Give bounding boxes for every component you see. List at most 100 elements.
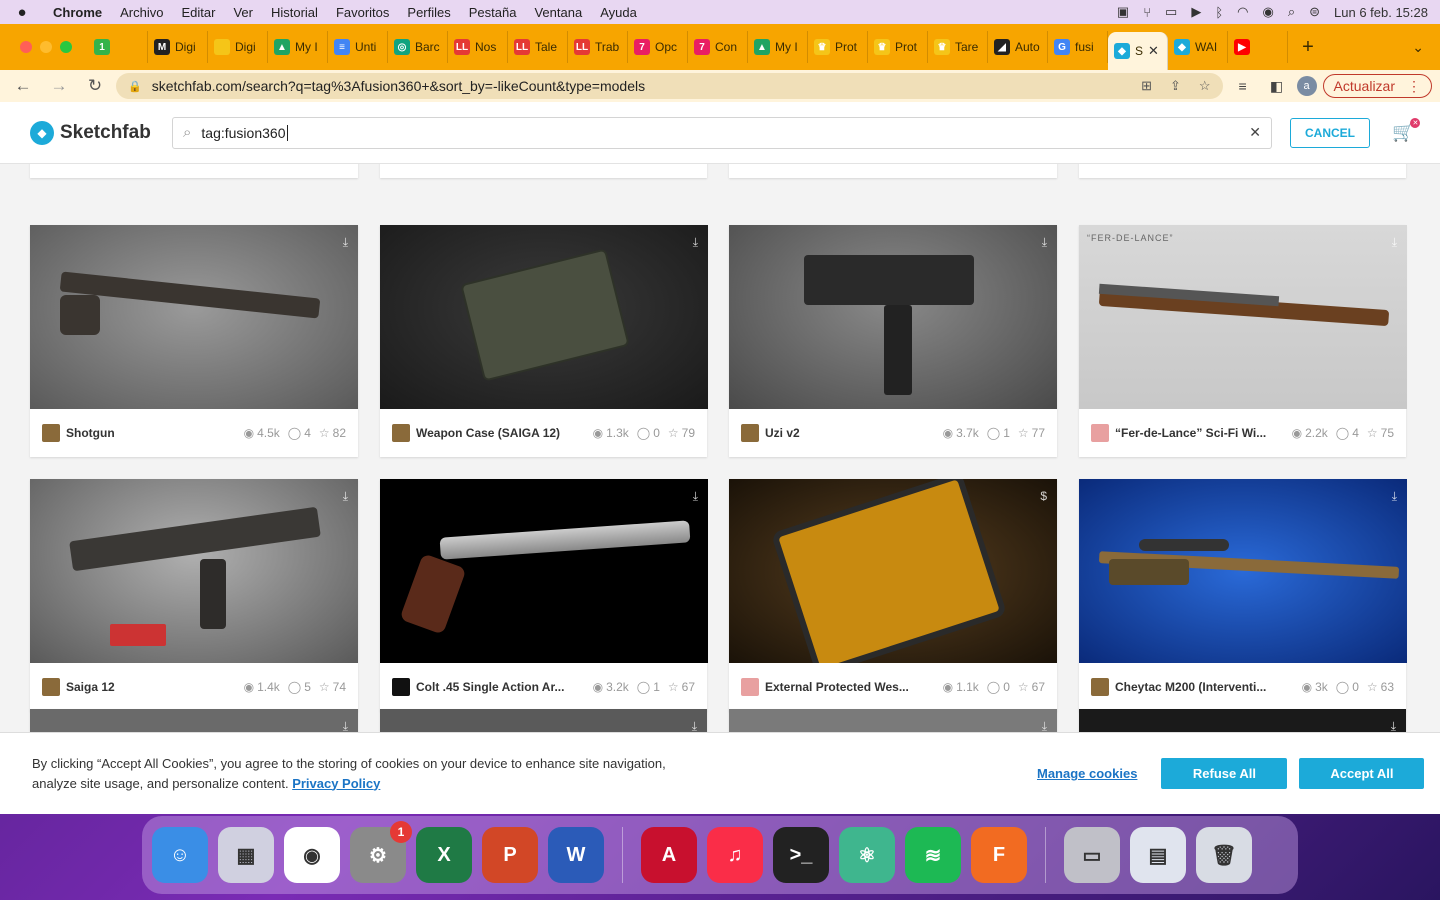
lock-icon[interactable]: 🔒 [128, 80, 142, 93]
model-thumbnail[interactable]: ⤓ [380, 479, 708, 663]
download-icon[interactable]: ⤓ [693, 235, 698, 250]
dock-spotify-icon[interactable]: ≋ [905, 827, 961, 883]
model-card[interactable]: $ External Protected Wes... ◉ 1.1k ◯ 0 ☆ 67 [729, 479, 1057, 711]
browser-tab[interactable]: ♛ Tare [928, 31, 988, 63]
zoom-window-button[interactable] [60, 41, 72, 53]
dock-finder-icon[interactable]: ☺ [152, 827, 208, 883]
browser-tab[interactable]: ♛ Prot [808, 31, 868, 63]
model-card[interactable]: ⤓ Saiga 12 ◉ 1.4k ◯ 5 ☆ 74 [30, 479, 358, 711]
browser-tab[interactable]: ◎ Barc [388, 31, 448, 63]
dock-acrobat-icon[interactable]: A [641, 827, 697, 883]
model-card[interactable]: ⤓ Shotgun ◉ 4.5k ◯ 4 ☆ 82 [30, 225, 358, 457]
download-icon[interactable]: ⤓ [343, 489, 348, 504]
dock-music-icon[interactable]: ♫ [707, 827, 763, 883]
author-avatar[interactable] [741, 678, 759, 696]
browser-tab[interactable]: 7 Con [688, 31, 748, 63]
spotlight-search-icon[interactable]: ⌕ [1288, 4, 1295, 20]
menu-favoritos[interactable]: Favoritos [327, 5, 398, 20]
display-icon[interactable]: ▣ [1117, 4, 1129, 20]
close-window-button[interactable] [20, 41, 32, 53]
model-thumbnail[interactable]: ⤓ “FER-DE-LANCE” [1079, 225, 1407, 409]
author-avatar[interactable] [42, 678, 60, 696]
close-tab-icon[interactable]: ✕ [1148, 43, 1159, 59]
download-icon[interactable]: ⤓ [1392, 235, 1397, 250]
browser-tab[interactable]: Gfusi [1048, 31, 1108, 63]
browser-tab[interactable]: Digi [208, 31, 268, 63]
browser-tab[interactable]: M Digi [148, 31, 208, 63]
model-thumbnail[interactable]: ⤓ [30, 225, 358, 409]
address-bar[interactable]: 🔒 sketchfab.com/search?q=tag%3Afusion360… [116, 73, 1223, 99]
menu-historial[interactable]: Historial [262, 5, 327, 20]
browser-tab[interactable]: 1 [88, 31, 148, 63]
download-icon[interactable]: ⤓ [693, 489, 698, 504]
model-card[interactable]: ⤓ Weapon Case (SAIGA 12) ◉ 1.3k ◯ 0 ☆ 79 [380, 225, 708, 457]
browser-tab[interactable]: LL Trab [568, 31, 628, 63]
accept-all-button[interactable]: Accept All [1299, 758, 1425, 789]
author-avatar[interactable] [42, 424, 60, 442]
dock-fusion360-icon[interactable]: F [971, 827, 1027, 883]
model-card[interactable]: ⤓ Colt .45 Single Action Ar... ◉ 3.2k ◯ 1 ☆ 67 [380, 479, 708, 711]
download-icon[interactable]: ⤓ [1392, 489, 1397, 504]
model-thumbnail[interactable]: ⤓ [380, 225, 708, 409]
refuse-all-button[interactable]: Refuse All [1161, 758, 1288, 789]
tab-search-chevron-icon[interactable]: ⌄ [1412, 39, 1424, 56]
privacy-policy-link[interactable]: Privacy Policy [292, 776, 380, 791]
dock-disk-utility-icon[interactable]: ▭ [1064, 827, 1120, 883]
dock-powerpoint-icon[interactable]: P [482, 827, 538, 883]
translate-icon[interactable]: ⊞ [1141, 78, 1152, 94]
download-icon[interactable]: ⤓ [343, 235, 348, 250]
dock-word-icon[interactable]: W [548, 827, 604, 883]
forward-button[interactable]: → [44, 76, 74, 96]
browser-tab[interactable]: ◢ Auto [988, 31, 1048, 63]
apple-icon[interactable]: ● [0, 4, 44, 21]
menu-app-name[interactable]: Chrome [44, 5, 111, 20]
dock-chrome-icon[interactable]: ◉ [284, 827, 340, 883]
model-thumbnail[interactable]: ⤓ [30, 479, 358, 663]
browser-tab[interactable]: 7 Opc [628, 31, 688, 63]
new-tab-button[interactable]: + [1288, 36, 1328, 59]
menu-editar[interactable]: Editar [172, 5, 224, 20]
side-panel-icon[interactable]: ◧ [1263, 78, 1291, 95]
browser-tab[interactable]: LL Tale [508, 31, 568, 63]
model-title[interactable]: Uzi v2 [765, 426, 800, 440]
update-chrome-button[interactable]: Actualizar ⋮ [1322, 74, 1432, 98]
browser-tab[interactable]: ▶ [1228, 31, 1288, 63]
user-icon[interactable]: ◉ [1262, 4, 1273, 20]
model-thumbnail[interactable]: ⤓ [1079, 479, 1407, 663]
browser-tab[interactable]: LL Nos [448, 31, 508, 63]
model-title[interactable]: Shotgun [66, 426, 115, 440]
menu-archivo[interactable]: Archivo [111, 5, 172, 20]
browser-tab[interactable]: ▲ My I [748, 31, 808, 63]
model-card[interactable]: ⤓ Cheytac M200 (Interventi... ◉ 3k ◯ 0 ☆ 63 [1079, 479, 1407, 711]
model-thumbnail[interactable]: $ [729, 479, 1057, 663]
model-title[interactable]: Saiga 12 [66, 680, 115, 694]
search-input[interactable]: ⌕ tag:fusion360 ✕ [172, 116, 1272, 149]
manage-cookies-link[interactable]: Manage cookies [1037, 766, 1137, 781]
dock-atom-icon[interactable]: ⚛ [839, 827, 895, 883]
model-title[interactable]: External Protected Wes... [765, 680, 909, 694]
browser-tab[interactable]: ◆ S ✕ [1108, 32, 1168, 70]
author-avatar[interactable] [392, 678, 410, 696]
dock-launchpad-icon[interactable]: ▦ [218, 827, 274, 883]
battery-icon[interactable]: ▭ [1165, 4, 1177, 20]
model-card[interactable]: ⤓ Uzi v2 ◉ 3.7k ◯ 1 ☆ 77 [729, 225, 1057, 457]
browser-tab[interactable]: ♛ Prot [868, 31, 928, 63]
sketchfab-logo[interactable]: ◆ Sketchfab [30, 120, 172, 145]
dock-terminal-icon[interactable]: >_ [773, 827, 829, 883]
share-icon[interactable]: ⇪ [1170, 78, 1181, 94]
reload-button[interactable]: ↻ [80, 76, 110, 96]
play-icon[interactable]: ▶ [1191, 4, 1201, 20]
browser-tab[interactable]: ≡ Unti [328, 31, 388, 63]
author-avatar[interactable] [1091, 678, 1109, 696]
model-title[interactable]: Weapon Case (SAIGA 12) [416, 426, 560, 440]
browser-tab[interactable]: ▲ My I [268, 31, 328, 63]
model-card[interactable]: ⤓ “FER-DE-LANCE” “Fer-de-Lance” Sci-Fi Wi.… [1079, 225, 1407, 457]
menu-clock[interactable]: Lun 6 feb. 15:28 [1334, 5, 1428, 20]
cancel-search-button[interactable]: CANCEL [1290, 117, 1370, 148]
wifi-icon[interactable]: ◠ [1237, 4, 1248, 20]
cart-icon[interactable]: 🛒 ✕ [1392, 118, 1421, 143]
download-icon[interactable]: ⤓ [1042, 235, 1047, 250]
model-thumbnail[interactable]: ⤓ [729, 225, 1057, 409]
menu-perfiles[interactable]: Perfiles [398, 5, 459, 20]
model-title[interactable]: Cheytac M200 (Interventi... [1115, 680, 1266, 694]
